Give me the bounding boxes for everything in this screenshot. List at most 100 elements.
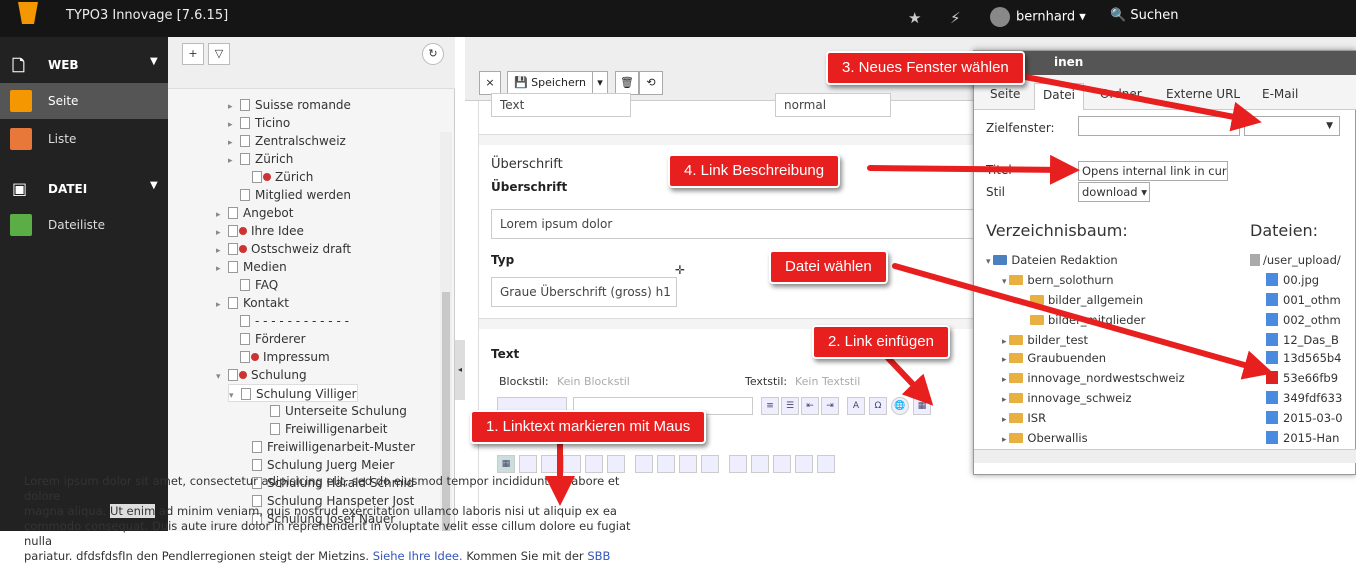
cell-props-icon[interactable] <box>729 455 747 473</box>
cell-split-icon[interactable] <box>795 455 813 473</box>
ctype-select[interactable]: Text <box>491 93 631 117</box>
tree-node[interactable]: FAQ <box>228 276 278 294</box>
row-props-icon[interactable] <box>519 455 537 473</box>
module-seite[interactable]: Seite <box>0 83 168 119</box>
tree-node[interactable]: Zürich <box>240 168 313 186</box>
tree-scrollbar[interactable] <box>440 132 452 531</box>
undo-button[interactable]: ⟲ <box>639 71 663 95</box>
folder-node[interactable]: ▸ innovage_nordwestschweiz <box>1002 369 1185 387</box>
filter-icon[interactable]: ▽ <box>208 43 230 65</box>
tree-node[interactable]: Impressum <box>228 348 330 366</box>
row-merge-icon[interactable] <box>607 455 625 473</box>
selected-link-text[interactable]: Ut enim <box>109 504 156 518</box>
textstil-select[interactable]: Kein Textstil <box>789 371 959 395</box>
tree-node[interactable]: Unterseite Schulung <box>258 402 407 420</box>
layout-select[interactable]: normal <box>775 93 891 117</box>
file-item[interactable]: 12_Das_B <box>1266 331 1339 349</box>
row-split-icon[interactable] <box>585 455 603 473</box>
col-split-icon[interactable] <box>701 455 719 473</box>
tree-node[interactable]: ▸ Ostschweiz draft <box>216 240 351 258</box>
expand-toggle-icon[interactable]: ▾ <box>1002 277 1009 287</box>
cell-merge-icon[interactable] <box>817 455 835 473</box>
expand-toggle-icon[interactable]: ▸ <box>216 296 228 314</box>
typo3-logo[interactable] <box>0 0 60 37</box>
stil-select[interactable]: download ▾ <box>1078 182 1150 202</box>
web-group-header[interactable]: 🗋 WEB ▼ <box>0 45 168 83</box>
col-props-icon[interactable] <box>635 455 653 473</box>
expand-toggle-icon[interactable]: ▾ <box>216 368 228 386</box>
expand-toggle-icon[interactable]: ▸ <box>1002 337 1009 347</box>
expand-toggle-icon[interactable]: ▾ <box>986 257 993 267</box>
outdent-icon[interactable]: ⇤ <box>801 397 819 415</box>
bookmark-star-icon[interactable]: ★ <box>908 9 921 27</box>
tree-node[interactable]: Freiwilligenarbeit <box>258 420 388 438</box>
tree-node[interactable]: Freiwilligenarbeit-Muster <box>240 438 415 456</box>
tree-node[interactable]: - - - - - - - - - - - - <box>228 312 349 330</box>
tab-datei[interactable]: Datei <box>1034 83 1085 110</box>
blockstil-select[interactable]: Kein Blockstil <box>551 371 735 395</box>
module-dateiliste[interactable]: Dateiliste <box>0 207 168 243</box>
search-button[interactable]: 🔍 Suchen <box>1110 8 1178 23</box>
refresh-icon[interactable]: ↻ <box>422 43 444 65</box>
special-char-icon[interactable]: Ω <box>869 397 887 415</box>
folder-node[interactable]: ▸ bilder_test <box>1002 331 1088 349</box>
expand-toggle-icon[interactable]: ▸ <box>1002 355 1009 365</box>
dialog-scrollbar[interactable] <box>974 449 1356 463</box>
save-menu-button[interactable]: ▾ <box>592 71 608 95</box>
folder-node[interactable]: ▾ Dateien Redaktion <box>986 251 1118 269</box>
rte-link[interactable]: SBB <box>587 549 610 563</box>
col-insert-icon[interactable] <box>657 455 675 473</box>
indent-icon[interactable]: ⇥ <box>821 397 839 415</box>
cell-delete-icon[interactable] <box>773 455 791 473</box>
delete-button[interactable]: 🗑 <box>615 71 639 95</box>
table-icon[interactable]: ▦ <box>913 397 931 415</box>
folder-node[interactable]: ▸ Graubuenden <box>1002 349 1106 367</box>
insert-link-icon[interactable]: 🌐 <box>891 397 909 415</box>
file-item[interactable]: 2015-03-0 <box>1266 409 1343 427</box>
tree-node[interactable]: ▸ Ihre Idee <box>216 222 304 240</box>
tab-seite[interactable]: Seite <box>982 83 1028 110</box>
collapse-tree-handle[interactable]: ◂ <box>455 340 465 400</box>
folder-node[interactable]: bilder_mitglieder <box>1030 311 1145 329</box>
expand-toggle-icon[interactable]: ▸ <box>1002 375 1009 385</box>
folder-node[interactable]: ▸ Oberwallis <box>1002 429 1088 447</box>
datei-group-header[interactable]: ▣ DATEI ▼ <box>0 169 168 207</box>
row-delete-icon[interactable] <box>563 455 581 473</box>
tree-node[interactable]: Mitglied werden <box>228 186 351 204</box>
tree-node[interactable]: ▾ Schulung <box>216 366 307 384</box>
cell-insert-icon[interactable] <box>751 455 769 473</box>
table-props-icon[interactable]: ▦ <box>497 455 515 473</box>
zielfenster-input[interactable] <box>1078 116 1240 136</box>
file-item[interactable]: 00.jpg <box>1266 271 1319 289</box>
folder-node[interactable]: ▾ bern_solothurn <box>1002 271 1114 289</box>
unordered-list-icon[interactable]: ☰ <box>781 397 799 415</box>
file-item[interactable]: 349fdf633 <box>1266 389 1342 407</box>
tab-email[interactable]: E-Mail <box>1254 83 1306 110</box>
row-insert-icon[interactable] <box>541 455 559 473</box>
file-item[interactable]: 001_othm <box>1266 291 1341 309</box>
ordered-list-icon[interactable]: ≡ <box>761 397 779 415</box>
expand-toggle-icon[interactable]: ▸ <box>1002 435 1009 445</box>
flash-icon[interactable]: ⚡ <box>950 9 961 27</box>
expand-toggle-icon[interactable]: ▸ <box>228 152 240 170</box>
heading-type-select[interactable]: Graue Überschrift (gross) h1 <box>491 277 677 307</box>
folder-node[interactable]: bilder_allgemein <box>1030 291 1143 309</box>
tree-node[interactable]: ▸ Zentralschweiz <box>228 132 346 150</box>
col-delete-icon[interactable] <box>679 455 697 473</box>
save-button[interactable]: 💾 Speichern <box>507 71 593 95</box>
file-item[interactable]: 002_othm <box>1266 311 1341 329</box>
zielfenster-select[interactable]: ▼ <box>1244 116 1340 136</box>
tree-node[interactable]: Förderer <box>228 330 306 348</box>
tree-node[interactable]: ▸ Zürich <box>228 150 293 168</box>
expand-toggle-icon[interactable]: ▸ <box>1002 395 1009 405</box>
text-color-icon[interactable]: A <box>847 397 865 415</box>
titel-input[interactable]: Opens internal link in curre <box>1078 161 1228 181</box>
tree-node[interactable]: ▸ Medien <box>216 258 287 276</box>
rte-link[interactable]: Siehe Ihre Idee. <box>373 549 463 563</box>
user-menu[interactable]: bernhard ▾ <box>990 7 1086 27</box>
file-item[interactable]: 13d565b4 <box>1266 349 1342 367</box>
expand-toggle-icon[interactable]: ▸ <box>1002 415 1009 425</box>
tab-ordner[interactable]: Ordner <box>1092 83 1150 110</box>
rte-content[interactable]: Lorem ipsum dolor sit amet, consectetur … <box>24 474 644 564</box>
tree-node[interactable]: Schulung Juerg Meier <box>240 456 394 474</box>
